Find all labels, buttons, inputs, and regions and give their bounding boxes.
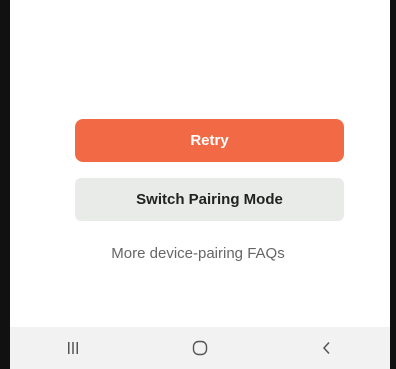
home-icon (192, 340, 208, 356)
home-button[interactable] (170, 327, 230, 369)
back-button[interactable] (297, 327, 357, 369)
recent-apps-button[interactable] (43, 327, 103, 369)
pairing-faq-link[interactable]: More device-pairing FAQs (0, 245, 396, 262)
pairing-failed-screen: Retry Switch Pairing Mode More device-pa… (0, 0, 396, 369)
screen-bezel-left (0, 0, 10, 369)
switch-pairing-mode-button[interactable]: Switch Pairing Mode (75, 178, 344, 221)
system-navigation-bar (10, 327, 390, 369)
screen-bezel-right (390, 0, 396, 369)
retry-button[interactable]: Retry (75, 119, 344, 162)
recent-apps-icon (68, 342, 79, 354)
back-icon (322, 341, 330, 355)
content-area (10, 0, 390, 327)
